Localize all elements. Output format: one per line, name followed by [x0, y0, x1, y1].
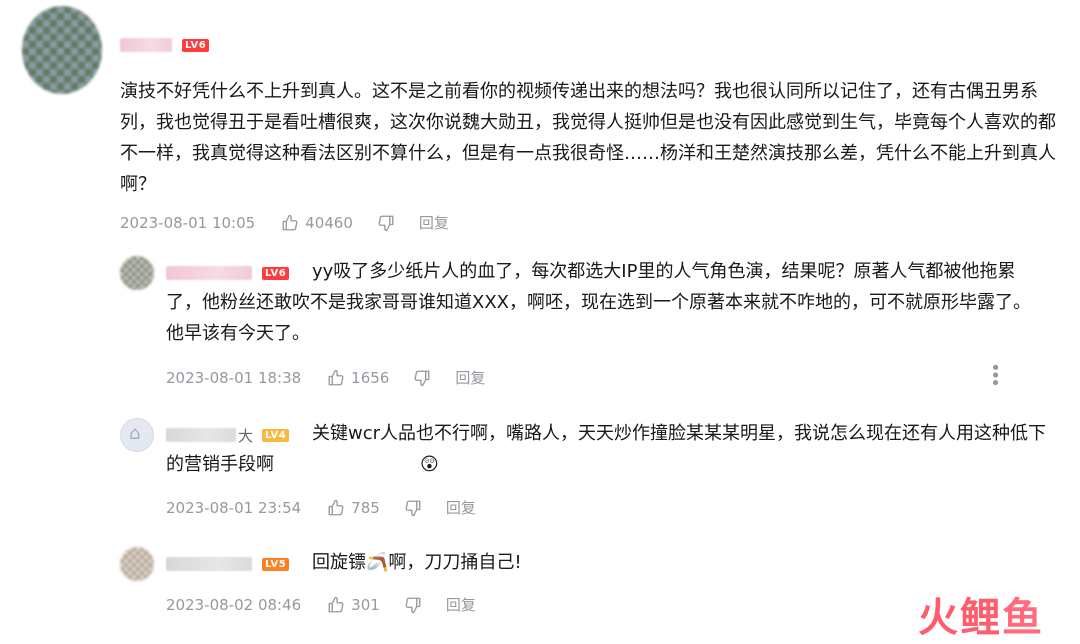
thumbs-up-icon: [328, 499, 344, 515]
reply-date: 2023-08-01 18:38: [166, 368, 302, 387]
like-button[interactable]: 1656: [327, 369, 389, 387]
like-count: 301: [351, 595, 380, 614]
like-button[interactable]: 301: [327, 596, 380, 614]
like-button[interactable]: 785: [327, 499, 380, 517]
reply-meta: 2023-08-01 23:54 785 回复: [166, 497, 476, 518]
thumbs-down-icon: [405, 500, 421, 516]
watermark-text-fish: 鱼: [1002, 595, 1044, 641]
reply-meta: 2023-08-01 18:38 1656 回复: [166, 367, 485, 388]
watermark-logo: 火鲤鱼: [918, 596, 1044, 640]
reply-button[interactable]: 回复: [446, 497, 476, 518]
thumbs-down-icon: [378, 215, 394, 231]
reply-meta: 2023-08-02 08:46 301 回复: [166, 594, 476, 615]
comment-meta: 2023-08-01 10:05 40460 回复: [120, 212, 449, 233]
avatar[interactable]: [120, 418, 154, 452]
avatar[interactable]: [120, 547, 154, 581]
like-button[interactable]: 40460: [281, 214, 353, 232]
avatar[interactable]: [120, 256, 154, 290]
astonished-face-icon: 😲: [420, 454, 439, 475]
reply-text: 回旋镖🪃啊，刀刀捅自己!: [312, 547, 1012, 578]
like-count: 785: [351, 498, 380, 517]
comment-text: 演技不好凭什么不上升到真人。这不是之前看你的视频传递出来的想法吗？我也很认同所以…: [120, 81, 1056, 195]
like-count: 1656: [351, 368, 390, 387]
reply-date: 2023-08-02 08:46: [166, 595, 302, 614]
level-badge: LV6: [182, 39, 210, 52]
reply-button[interactable]: 回复: [419, 212, 449, 233]
thumbs-up-icon: [328, 369, 344, 385]
thumbs-up-icon: [328, 596, 344, 612]
thumbs-up-icon: [282, 214, 298, 230]
like-count: 40460: [305, 213, 353, 232]
level-badge: LV5: [262, 558, 290, 571]
username-blurred[interactable]: [166, 557, 252, 571]
reply-button[interactable]: 回复: [455, 367, 485, 388]
dislike-button[interactable]: [413, 369, 431, 387]
more-vertical-icon[interactable]: •••: [984, 362, 1005, 385]
avatar[interactable]: [22, 6, 102, 94]
reply-text-after: 啊，刀刀捅自己!: [388, 552, 522, 573]
dislike-button[interactable]: [377, 214, 395, 232]
reply-date: 2023-08-01 23:54: [166, 498, 302, 517]
reply-text: yy吸了多少纸片人的血了，每次都选大IP里的人气角色演，结果呢？原著人气都被他拖…: [166, 261, 1031, 344]
reply-text: 关键wcr人品也不行啊，嘴路人，天天炒作撞脸某某某明星，我说怎么现在还有人用这种…: [166, 418, 1056, 480]
dislike-button[interactable]: [404, 596, 422, 614]
username-blurred[interactable]: [120, 38, 172, 52]
reply-text-before: 回旋镖: [312, 552, 366, 573]
watermark-text: 火鲤: [918, 595, 1002, 641]
dislike-button[interactable]: [404, 499, 422, 517]
comment-date: 2023-08-01 10:05: [120, 213, 256, 232]
thumbs-down-icon: [414, 370, 430, 386]
thumbs-down-icon: [405, 597, 421, 613]
boomerang-icon: 🪃: [366, 552, 389, 573]
reply-button[interactable]: 回复: [446, 594, 476, 615]
